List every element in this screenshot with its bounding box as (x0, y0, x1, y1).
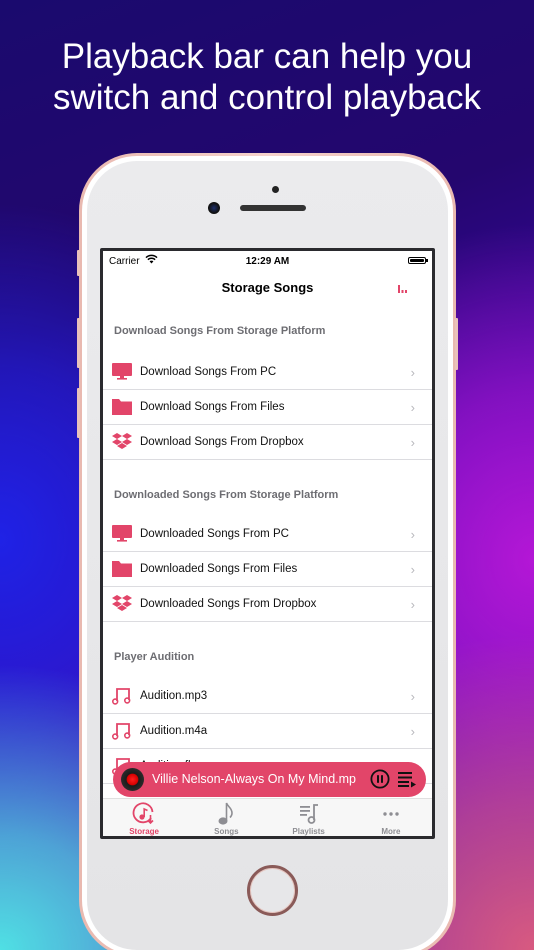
chevron-right-icon: › (410, 689, 415, 704)
storage-download-icon (132, 802, 154, 825)
mute-switch (77, 250, 80, 276)
chevron-right-icon: › (410, 400, 415, 415)
playback-bar[interactable]: Villie Nelson-Always On My Mind.mp (113, 762, 426, 797)
page-title: Storage Songs (221, 280, 314, 295)
list-item-downloaded-pc[interactable]: Downloaded Songs From PC › (103, 517, 432, 552)
chevron-right-icon: › (410, 597, 415, 612)
tab-bar: Storage Songs Playlists More (103, 798, 432, 836)
status-bar: Carrier 12:29 AM (103, 251, 432, 271)
folder-icon (112, 399, 132, 415)
chevron-right-icon: › (410, 435, 415, 450)
section-header: Download Songs From Storage Platform (114, 325, 326, 337)
section-header: Player Audition (114, 651, 195, 663)
playlist-icon (299, 804, 318, 824)
home-button[interactable] (247, 865, 298, 916)
list-item-audition-mp3[interactable]: Audition.mp3 › (103, 679, 432, 714)
section-header: Downloaded Songs From Storage Platform (114, 489, 339, 501)
power-button (455, 318, 458, 370)
status-time: 12:29 AM (245, 256, 290, 267)
storage-list: Download Songs From Storage Platform Dow… (103, 305, 432, 784)
chevron-right-icon: › (410, 724, 415, 739)
monitor-icon (112, 363, 132, 380)
equalizer-icon[interactable] (398, 285, 408, 293)
battery-icon (408, 257, 426, 264)
queue-list-icon[interactable] (398, 771, 416, 788)
list-item-download-files[interactable]: Download Songs From Files › (103, 390, 432, 425)
music-note-icon (112, 688, 131, 705)
tab-more[interactable]: More (350, 799, 432, 836)
front-camera (208, 202, 220, 214)
list-item-downloaded-files[interactable]: Downloaded Songs From Files › (103, 552, 432, 587)
monitor-icon (112, 525, 132, 542)
dropbox-icon (112, 433, 132, 449)
proximity-sensor (272, 186, 279, 193)
promo-headline: Playback bar can help you switch and con… (0, 36, 534, 118)
tab-storage[interactable]: Storage (103, 799, 185, 836)
more-icon (383, 812, 399, 816)
chevron-right-icon: › (410, 527, 415, 542)
now-playing-title[interactable]: Villie Nelson-Always On My Mind.mp (152, 772, 364, 786)
list-item-audition-m4a[interactable]: Audition.m4a › (103, 714, 432, 749)
navigation-bar: Storage Songs (103, 271, 432, 305)
headline-line-1: Playback bar can help you (61, 37, 473, 76)
list-item-download-pc[interactable]: Download Songs From PC › (103, 355, 432, 390)
list-item-download-dropbox[interactable]: Download Songs From Dropbox › (103, 425, 432, 460)
chevron-right-icon: › (410, 562, 415, 577)
pause-circle-icon[interactable] (370, 769, 390, 789)
list-item-downloaded-dropbox[interactable]: Downloaded Songs From Dropbox › (103, 587, 432, 622)
folder-icon (112, 561, 132, 577)
tab-songs[interactable]: Songs (185, 799, 267, 836)
dropbox-icon (112, 595, 132, 611)
tab-playlists[interactable]: Playlists (268, 799, 350, 836)
volume-down-button (77, 388, 80, 438)
app-screen: Carrier 12:29 AM Storage Songs Download … (100, 248, 435, 839)
music-note-icon (218, 802, 234, 825)
volume-up-button (77, 318, 80, 368)
earpiece-speaker (240, 205, 306, 211)
music-note-icon (112, 723, 131, 740)
album-art-vinyl-icon (121, 768, 144, 791)
headline-line-2: switch and control playback (53, 78, 481, 117)
chevron-right-icon: › (410, 365, 415, 380)
